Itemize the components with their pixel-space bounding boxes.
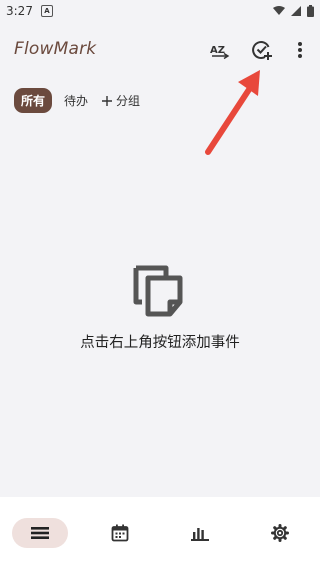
cellular-signal-icon: [291, 6, 301, 16]
gear-icon: [271, 524, 289, 542]
chip-todo[interactable]: 待办: [60, 88, 92, 113]
sort-button[interactable]: AZ: [204, 34, 236, 66]
copy-documents-icon: [133, 265, 183, 317]
notification-icon: A: [40, 5, 53, 17]
empty-state-message: 点击右上角按钮添加事件: [80, 335, 240, 351]
add-group-button[interactable]: 分组: [100, 88, 142, 113]
nav-statistics[interactable]: [172, 518, 228, 548]
calendar-icon: [111, 524, 129, 542]
annotation-arrow-icon: [205, 70, 260, 155]
nav-calendar[interactable]: [92, 518, 148, 548]
plus-icon: [102, 95, 113, 106]
bar-chart-icon: [191, 528, 209, 541]
app-bar: FlowMark AZ: [0, 28, 320, 72]
nav-settings[interactable]: [252, 518, 308, 548]
filter-chips: 所有 待办 分组: [14, 88, 142, 113]
list-icon: [31, 527, 49, 539]
bottom-navigation: [0, 497, 320, 569]
more-menu-button[interactable]: [284, 34, 316, 66]
check-circle-plus-icon: [252, 41, 272, 60]
app-title: FlowMark: [14, 39, 97, 59]
chip-all[interactable]: 所有: [14, 88, 53, 113]
sort-az-icon: AZ: [210, 45, 230, 60]
svg-text:AZ: AZ: [210, 45, 225, 56]
status-time: 3:27: [6, 4, 33, 18]
add-event-button[interactable]: [246, 34, 278, 66]
add-group-label: 分组: [116, 94, 141, 108]
status-bar: 3:27 A: [0, 0, 320, 22]
more-vert-icon: [298, 42, 302, 58]
wifi-icon: [273, 6, 285, 15]
battery-icon: [307, 5, 314, 17]
nav-list[interactable]: [12, 518, 68, 548]
